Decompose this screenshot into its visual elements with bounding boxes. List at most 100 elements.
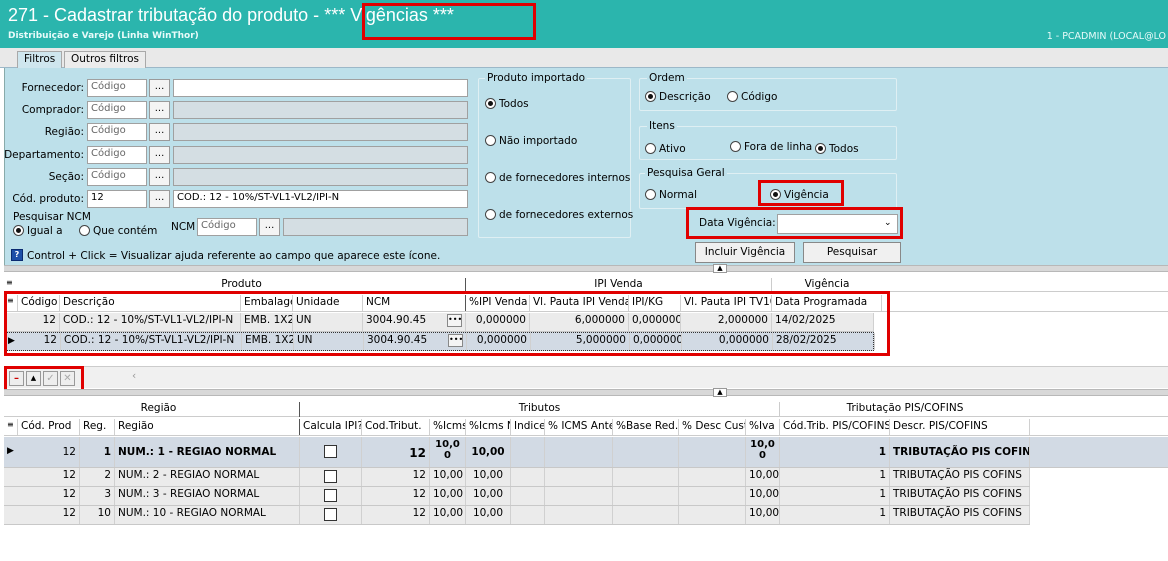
ncm-contem-radio[interactable]: Que contém <box>79 225 157 237</box>
col-data-programada[interactable]: Data Programada <box>772 295 882 311</box>
col-indice[interactable]: Indice <box>511 419 545 435</box>
group-ipi-venda: IPI Venda <box>466 278 772 292</box>
cancel-icon[interactable]: ✕ <box>60 371 75 386</box>
secao-desc-input <box>173 168 468 186</box>
calcula-ipi-checkbox[interactable] <box>324 445 337 458</box>
col-cod-tribut[interactable]: Cod.Tribut. <box>362 419 430 435</box>
ordem-descricao-radio[interactable]: Descrição <box>645 91 711 103</box>
cod-produto-label: Cód. produto: <box>12 193 84 205</box>
col-icms-ante[interactable]: % ICMS Ante <box>545 419 613 435</box>
col-cod-prod[interactable]: Cód. Prod <box>18 419 80 435</box>
tab-filtros[interactable]: Filtros <box>17 51 63 68</box>
pesquisar-button[interactable]: Pesquisar <box>803 242 901 263</box>
cod-produto-desc-input[interactable]: COD.: 12 - 10%/ST-VL1-VL2/IPI-N <box>173 190 468 208</box>
radio-icon <box>645 189 656 200</box>
ncm-desc-input <box>283 218 468 236</box>
chevron-down-icon[interactable]: ⌄ <box>884 218 892 228</box>
chevron-left-icon[interactable]: ‹ <box>132 370 136 382</box>
departamento-search-button[interactable]: ... <box>149 146 170 164</box>
cod-produto-search-button[interactable]: ... <box>149 190 170 208</box>
radio-icon <box>485 172 496 183</box>
col-ipi-venda[interactable]: %IPI Venda <box>466 295 530 311</box>
col-embalagem[interactable]: Embalagem <box>241 295 293 311</box>
splitter-top[interactable] <box>4 265 1168 272</box>
data-vigencia-input[interactable] <box>777 214 898 234</box>
produto-importado-title: Produto importado <box>485 72 588 84</box>
col-codigo[interactable]: Código <box>18 295 60 311</box>
row-pointer-icon: ▶ <box>7 446 14 456</box>
pesquisa-vigencia-radio[interactable]: Vigência <box>770 189 829 201</box>
ncm-ellipsis-button[interactable]: ••• <box>448 334 463 347</box>
grid-menu-icon[interactable]: ≡ <box>6 278 13 287</box>
chevron-up-icon[interactable]: ▲ <box>713 264 727 273</box>
col-cod-trib-pis[interactable]: Cód.Trib. PIS/COFINS <box>780 419 890 435</box>
table-row-selected[interactable]: ▶ 12 COD.: 12 - 10%/ST-VL1-VL2/IPI-N EMB… <box>4 332 875 351</box>
comprador-code-input[interactable]: Código <box>87 101 147 119</box>
col-iva[interactable]: %Iva <box>746 419 780 435</box>
radio-icon <box>730 141 741 152</box>
grid-menu-icon[interactable]: ≡ <box>4 295 18 311</box>
ncm-search-button[interactable]: ... <box>259 218 280 236</box>
col-reg[interactable]: Reg. <box>80 419 115 435</box>
edit-icon[interactable]: ✓ <box>43 371 58 386</box>
ordem-codigo-radio[interactable]: Código <box>727 91 777 103</box>
importado-nao-radio[interactable]: Não importado <box>485 135 577 147</box>
fornecedor-desc-input[interactable] <box>173 79 468 97</box>
comprador-search-button[interactable]: ... <box>149 101 170 119</box>
chevron-up-icon[interactable]: ▲ <box>713 388 727 397</box>
col-desc-custo[interactable]: % Desc Custo <box>679 419 746 435</box>
radio-selected-icon <box>770 189 781 200</box>
regiao-grid: Região Tributos Tributação PIS/COFINS ≡ … <box>4 398 1168 561</box>
col-unidade[interactable]: Unidade <box>293 295 363 311</box>
itens-todos-radio[interactable]: Todos <box>815 143 859 155</box>
table-row[interactable]: 12 10 NUM.: 10 - REGIAO NORMAL 12 10,00 … <box>4 506 1030 525</box>
secao-code-input[interactable]: Código <box>87 168 147 186</box>
col-ipi-kg[interactable]: IPI/KG <box>629 295 681 311</box>
move-up-icon[interactable]: ▲ <box>26 371 41 386</box>
importado-internos-radio[interactable]: de fornecedores internos <box>485 172 630 184</box>
radio-selected-icon <box>485 98 496 109</box>
table-row-selected[interactable]: ▶ 12 1 NUM.: 1 - REGIAO NORMAL 12 10,00 … <box>4 437 1168 468</box>
table-row[interactable]: 12 3 NUM.: 3 - REGIAO NORMAL 12 10,00 10… <box>4 487 1030 506</box>
regiao-code-input[interactable]: Código <box>87 123 147 141</box>
vigencia-grid: ≡ Produto IPI Venda Vigência ≡ Código De… <box>4 275 1168 365</box>
col-descricao[interactable]: Descrição <box>60 295 241 311</box>
col-icms[interactable]: %Icms <box>430 419 466 435</box>
filters-panel: Fornecedor: Código ... Comprador: Código… <box>4 68 1168 272</box>
remove-icon[interactable]: – <box>9 371 24 386</box>
tab-outros-filtros[interactable]: Outros filtros <box>64 51 146 68</box>
fornecedor-search-button[interactable]: ... <box>149 79 170 97</box>
itens-fora-linha-radio[interactable]: Fora de linha <box>730 141 812 153</box>
col-vl-pauta-tv10[interactable]: Vl. Pauta IPI TV10 <box>681 295 772 311</box>
col-base-red[interactable]: %Base Red. <box>613 419 679 435</box>
grid-menu-icon[interactable]: ≡ <box>4 419 18 435</box>
ncm-ellipsis-button[interactable]: ••• <box>447 314 462 327</box>
col-vl-pauta-ipi[interactable]: Vl. Pauta IPI Venda <box>530 295 629 311</box>
importado-todos-radio[interactable]: Todos <box>485 98 529 110</box>
regiao-desc-input <box>173 123 468 141</box>
calcula-ipi-checkbox[interactable] <box>324 470 337 483</box>
calcula-ipi-checkbox[interactable] <box>324 508 337 521</box>
ncm-code-input[interactable]: Código <box>197 218 257 236</box>
col-descr-pis[interactable]: Descr. PIS/COFINS <box>890 419 1030 435</box>
table-row[interactable]: 12 2 NUM.: 2 - REGIAO NORMAL 12 10,00 10… <box>4 468 1030 487</box>
regiao-search-button[interactable]: ... <box>149 123 170 141</box>
secao-label: Seção: <box>48 171 84 183</box>
splitter-bottom[interactable] <box>4 389 1168 396</box>
pesquisa-normal-radio[interactable]: Normal <box>645 189 697 201</box>
col-icms-nota[interactable]: %Icms Nota <box>466 419 511 435</box>
fornecedor-code-input[interactable]: Código <box>87 79 147 97</box>
ncm-igual-radio[interactable]: Igual a <box>13 225 63 237</box>
secao-search-button[interactable]: ... <box>149 168 170 186</box>
calcula-ipi-checkbox[interactable] <box>324 489 337 502</box>
col-calcula-ipi[interactable]: Calcula IPI? <box>300 419 362 435</box>
importado-externos-radio[interactable]: de fornecedores externos <box>485 209 633 221</box>
col-ncm[interactable]: NCM <box>363 295 466 311</box>
help-icon: ? <box>11 249 23 261</box>
itens-ativo-radio[interactable]: Ativo <box>645 143 686 155</box>
table-row[interactable]: 12 COD.: 12 - 10%/ST-VL1-VL2/IPI-N EMB. … <box>4 313 874 332</box>
incluir-vigencia-button[interactable]: Incluir Vigência <box>695 242 795 263</box>
cod-produto-input[interactable]: 12 <box>87 190 147 208</box>
departamento-code-input[interactable]: Código <box>87 146 147 164</box>
col-regiao[interactable]: Região <box>115 419 300 435</box>
